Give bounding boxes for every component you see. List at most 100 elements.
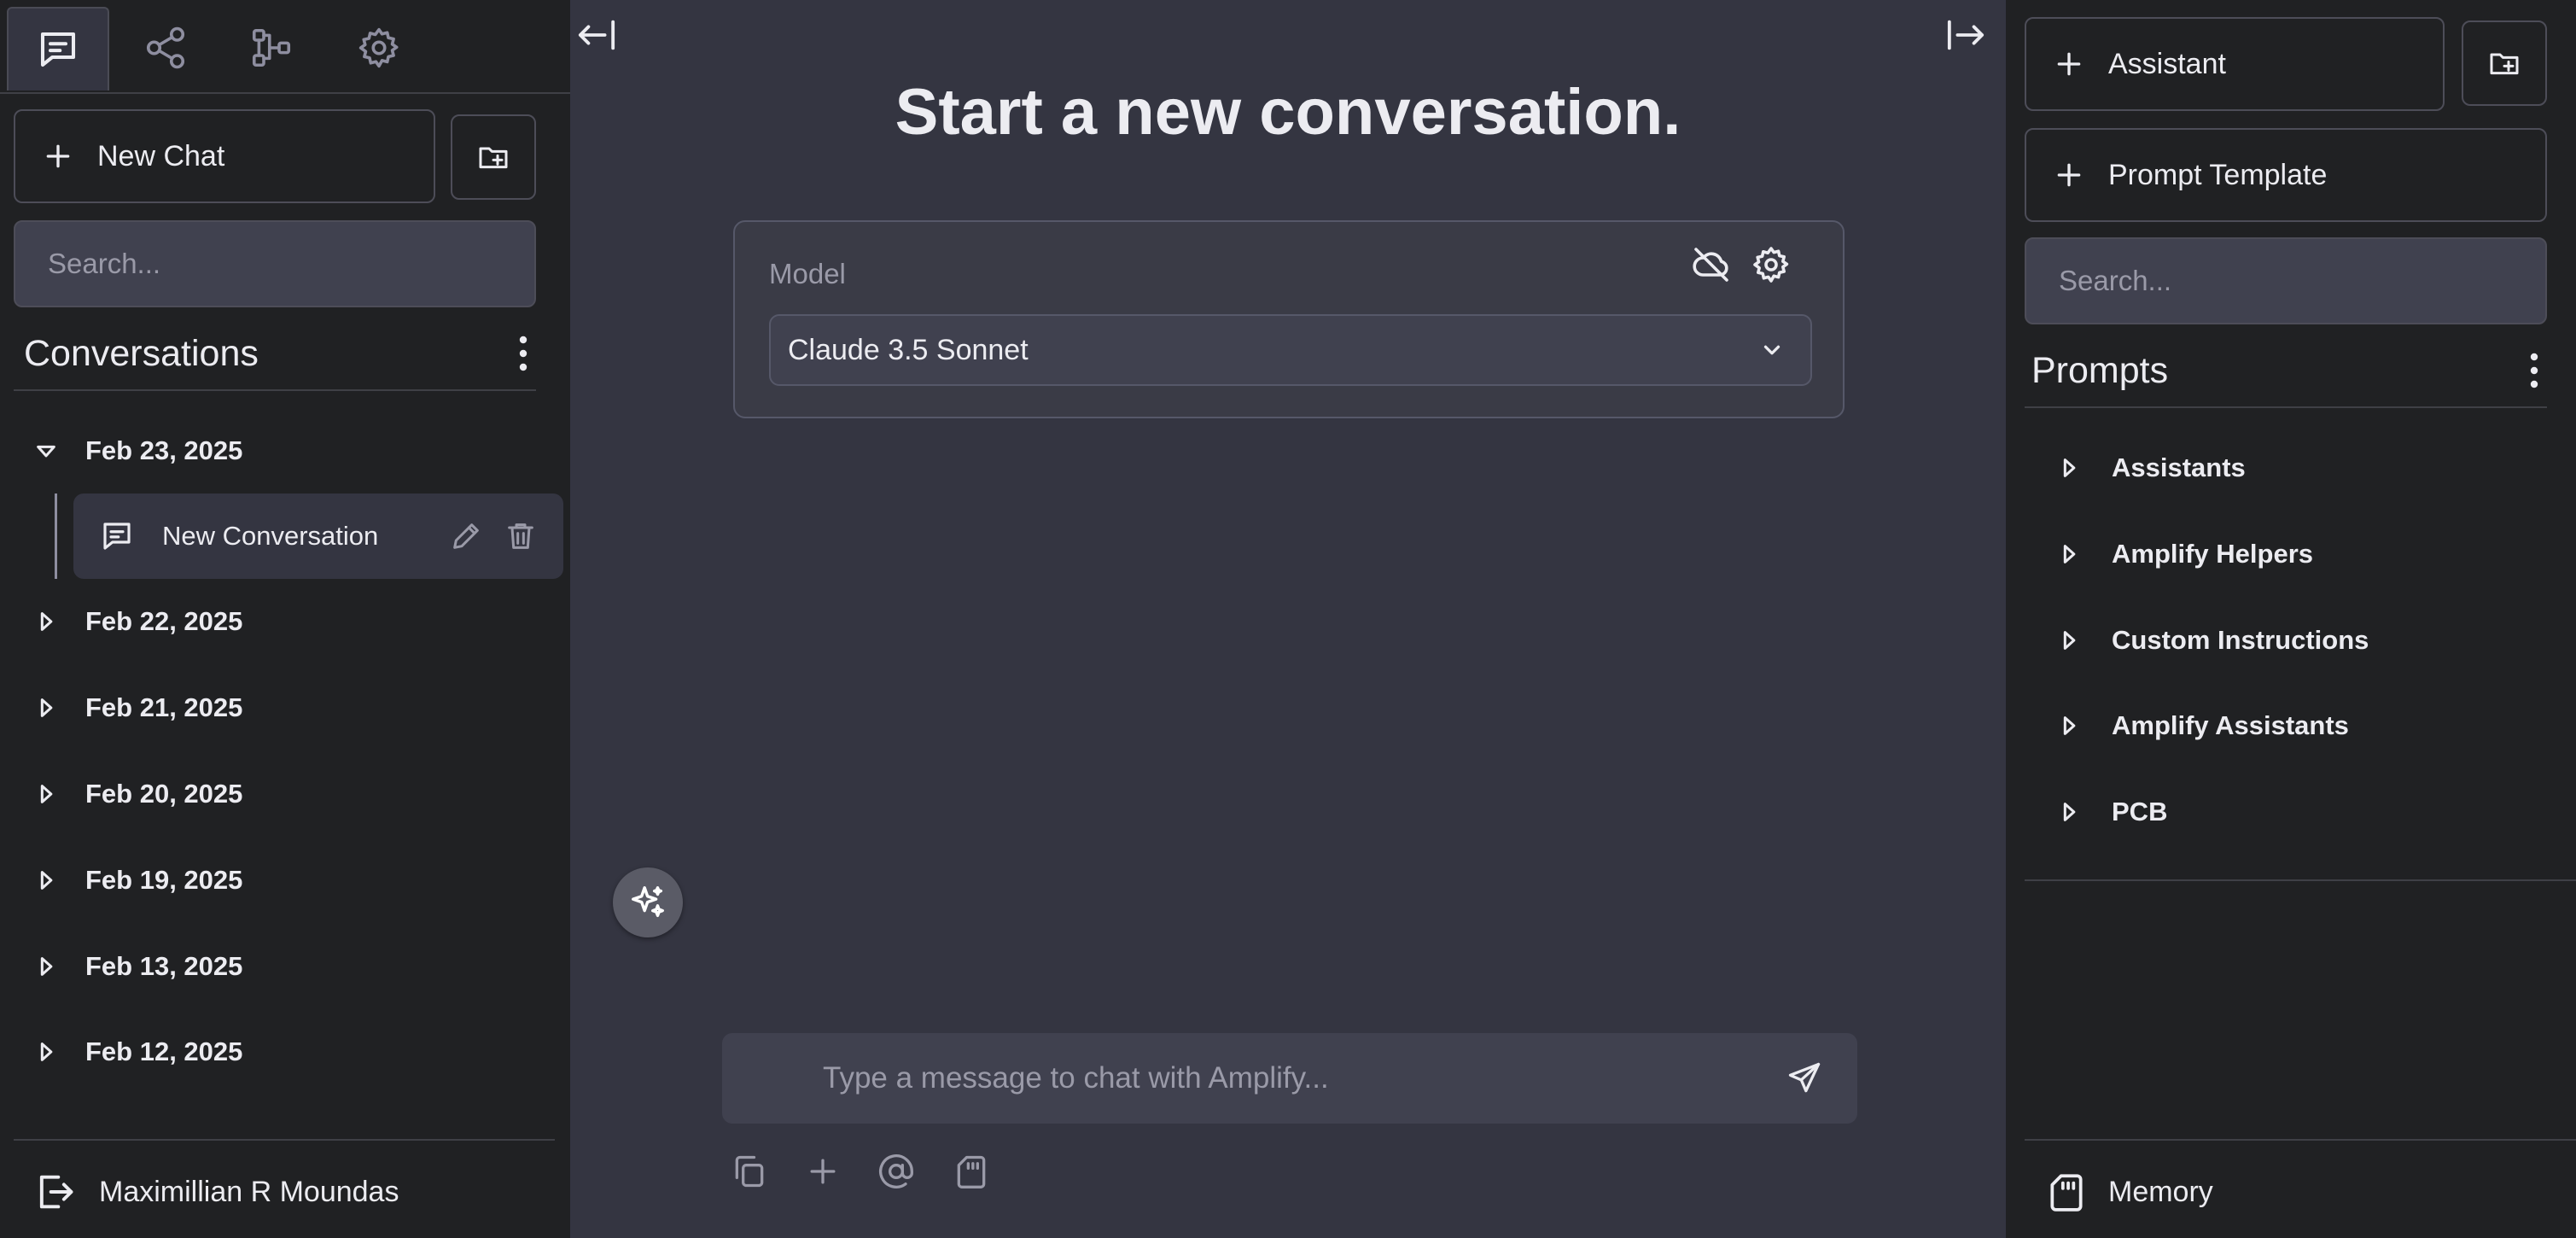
prompts-divider [2025, 406, 2547, 408]
folder-plus-icon [479, 147, 508, 169]
prompt-folder[interactable]: Amplify Helpers [2057, 528, 2313, 580]
user-logout-button[interactable]: Maximillian R Moundas [32, 1165, 399, 1219]
cloud-off-icon [1693, 248, 1728, 282]
model-select[interactable]: Claude 3.5 Sonnet [769, 314, 1812, 386]
copy-button[interactable] [731, 1153, 768, 1190]
date-group-label: Feb 19, 2025 [85, 865, 243, 895]
caret-right-icon [40, 871, 53, 890]
trash-icon [508, 523, 533, 549]
add-assistant-label: Assistant [2108, 47, 2226, 80]
conversation-title: New Conversation [162, 521, 379, 551]
send-button[interactable] [1786, 1060, 1823, 1097]
memory-footer-button[interactable]: Memory [2045, 1165, 2213, 1219]
add-prompt-template-button[interactable]: Prompt Template [2025, 128, 2547, 222]
main-panel: Start a new conversation. Model Claude 3… [570, 0, 2006, 1238]
new-prompt-folder-button[interactable] [2462, 20, 2547, 106]
prompts-menu-button[interactable] [2521, 349, 2547, 392]
prompt-folder[interactable]: PCB [2057, 786, 2167, 838]
user-name: Maximillian R Moundas [99, 1175, 399, 1208]
conversations-menu-button[interactable] [510, 332, 536, 375]
prompts-title: Prompts [2031, 349, 2169, 391]
tab-share[interactable] [116, 7, 215, 89]
prompt-folder-label: Amplify Helpers [2112, 539, 2314, 569]
caret-right-icon [2063, 545, 2076, 564]
caret-right-icon [40, 785, 53, 803]
date-group[interactable]: Feb 22, 2025 [34, 596, 242, 647]
conversations-header: Conversations [24, 330, 536, 377]
conversation-search-input[interactable] [14, 220, 536, 307]
prompt-folder-label: PCB [2112, 797, 2168, 826]
date-group[interactable]: Feb 19, 2025 [34, 855, 242, 906]
prompts-bottom-divider [2025, 879, 2576, 881]
date-group[interactable]: Feb 21, 2025 [34, 682, 242, 733]
date-group[interactable]: Feb 12, 2025 [34, 1026, 242, 1077]
add-assistant-button[interactable]: Assistant [2025, 17, 2445, 111]
gear-icon [358, 27, 399, 68]
arrow-right-bar-icon [1947, 20, 1984, 50]
right-sidebar: Assistant Prompt Template Prompts Assist… [2006, 0, 2576, 1238]
plus-icon [2057, 163, 2081, 187]
at-sign-icon [879, 1154, 913, 1188]
date-group[interactable]: Feb 13, 2025 [34, 941, 242, 992]
chat-message-input[interactable] [821, 1060, 1678, 1096]
pencil-icon [453, 523, 479, 549]
date-group[interactable]: Feb 23, 2025 [34, 425, 242, 476]
gear-icon [1753, 247, 1789, 283]
date-group-label: Feb 21, 2025 [85, 692, 243, 722]
footer-divider [14, 1139, 555, 1141]
more-vertical-icon [2530, 353, 2538, 388]
model-settings-button[interactable] [1751, 244, 1792, 285]
folder-plus-icon [2490, 53, 2519, 75]
workflow-icon [252, 28, 291, 67]
memory-label: Memory [2108, 1175, 2213, 1208]
sd-card-icon [2050, 1174, 2083, 1212]
mention-button[interactable] [877, 1153, 915, 1190]
model-label: Model [769, 258, 846, 289]
caret-right-icon [2063, 458, 2076, 477]
left-sidebar: New Chat Conversations Feb 23, 2025 New … [0, 0, 570, 1238]
plus-icon [46, 144, 70, 168]
add-attachment-button[interactable] [804, 1153, 842, 1190]
sidebar-tabbar [0, 0, 570, 94]
caret-right-icon [40, 957, 53, 976]
caret-right-icon [2063, 631, 2076, 650]
conversations-divider [14, 389, 536, 391]
memory-button[interactable] [953, 1153, 990, 1190]
add-prompt-template-label: Prompt Template [2108, 158, 2328, 191]
prompt-search-input[interactable] [2025, 237, 2547, 324]
delete-conversation-button[interactable] [504, 519, 538, 553]
edit-conversation-button[interactable] [449, 519, 483, 553]
chat-icon [40, 32, 76, 67]
caret-right-icon [40, 612, 53, 631]
tab-workflows[interactable] [222, 7, 321, 89]
date-group-label: Feb 20, 2025 [85, 779, 243, 809]
new-chat-label: New Chat [97, 139, 225, 172]
date-group-label: Feb 13, 2025 [85, 951, 243, 981]
page-title: Start a new conversation. [895, 76, 1681, 149]
send-icon [1788, 1062, 1821, 1093]
conversation-item-active[interactable]: New Conversation [73, 493, 563, 579]
footer-divider [2025, 1139, 2576, 1141]
more-vertical-icon [519, 336, 527, 371]
new-folder-button[interactable] [451, 114, 536, 200]
prompt-folder-label: Custom Instructions [2112, 625, 2369, 655]
prompts-header: Prompts [2031, 347, 2547, 394]
collapse-right-sidebar-button[interactable] [1944, 15, 1987, 55]
prompt-folder[interactable]: Custom Instructions [2057, 615, 2369, 666]
chat-icon [103, 523, 131, 550]
collapse-left-sidebar-button[interactable] [575, 15, 618, 55]
model-card: Model Claude 3.5 Sonnet [733, 220, 1845, 418]
date-group-label: Feb 22, 2025 [85, 606, 243, 636]
copy-icon [735, 1155, 764, 1188]
tab-settings[interactable] [329, 7, 428, 89]
tab-chats[interactable] [7, 7, 109, 91]
date-group-label: Feb 23, 2025 [85, 435, 243, 465]
prompt-folder[interactable]: Assistants [2057, 442, 2246, 493]
date-group[interactable]: Feb 20, 2025 [34, 768, 242, 820]
sparkles-button[interactable] [613, 867, 683, 937]
prompt-folder-label: Amplify Assistants [2112, 710, 2349, 740]
prompt-folder[interactable]: Amplify Assistants [2057, 700, 2349, 751]
caret-down-icon [37, 445, 55, 458]
new-chat-button[interactable]: New Chat [14, 109, 435, 203]
cloud-toggle-button[interactable] [1691, 244, 1732, 285]
